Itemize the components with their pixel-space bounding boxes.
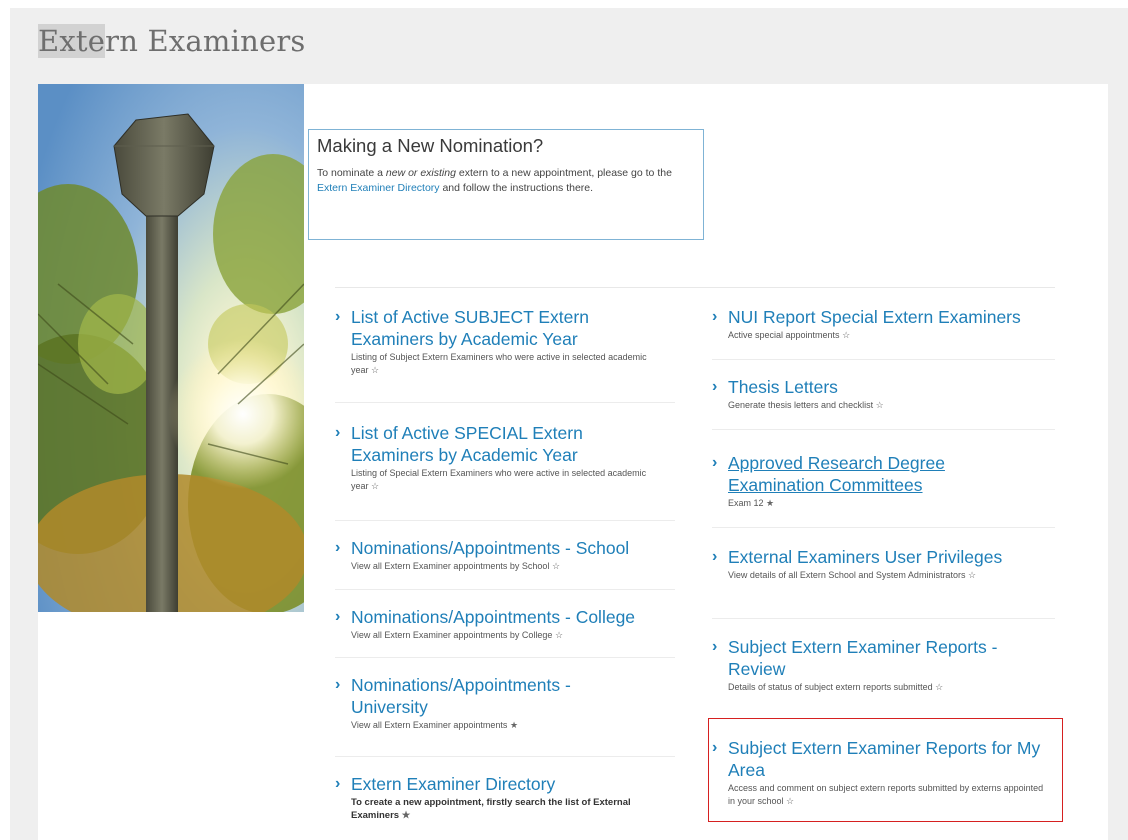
link-description: Listing of Subject Extern Examiners who … — [351, 352, 647, 375]
link-title[interactable]: List of Active SPECIAL Extern Examiners … — [335, 422, 665, 466]
favourite-star-icon[interactable]: ☆ — [371, 481, 379, 491]
divider — [712, 618, 1055, 619]
link-active-subject-externs[interactable]: › List of Active SUBJECT Extern Examiner… — [335, 306, 665, 377]
chevron-right-icon: › — [712, 454, 718, 471]
favourite-star-icon[interactable]: ☆ — [935, 682, 943, 692]
chevron-right-icon: › — [335, 539, 341, 556]
title-highlight: Exte — [38, 24, 106, 58]
link-nominations-university[interactable]: › Nominations/Appointments - University … — [335, 674, 605, 732]
link-extern-directory[interactable]: › Extern Examiner Directory To create a … — [335, 773, 665, 822]
link-description: Details of status of subject extern repo… — [728, 682, 944, 692]
favourite-star-icon[interactable]: ☆ — [968, 570, 976, 580]
title-rest: rn Examiners — [105, 24, 306, 58]
favourite-star-icon[interactable]: ☆ — [552, 561, 560, 571]
divider — [335, 657, 675, 658]
link-description: View all Extern Examiner appointments by… — [351, 630, 564, 640]
divider — [712, 527, 1055, 528]
chevron-right-icon: › — [712, 638, 718, 655]
link-description: Generate thesis letters and checklist ☆ — [728, 400, 884, 410]
link-title[interactable]: Nominations/Appointments - School — [335, 537, 675, 559]
favourite-star-icon[interactable]: ★ — [766, 498, 774, 508]
extern-directory-link[interactable]: Extern Examiner Directory — [317, 182, 440, 194]
nomination-text: To nominate a new or existing extern to … — [317, 167, 672, 194]
link-description: Active special appointments ☆ — [728, 330, 851, 340]
link-title[interactable]: Approved Research Degree Examination Com… — [712, 452, 1012, 496]
favourite-star-icon[interactable]: ☆ — [555, 630, 563, 640]
link-title[interactable]: External Examiners User Privileges — [712, 546, 1057, 568]
divider — [335, 520, 675, 521]
chevron-right-icon: › — [335, 775, 341, 792]
link-user-privileges[interactable]: › External Examiners User Privileges Vie… — [712, 546, 1057, 582]
link-description: Exam 12 ★ — [728, 498, 775, 508]
chevron-right-icon: › — [335, 424, 341, 441]
favourite-star-icon[interactable]: ★ — [402, 810, 411, 821]
link-title[interactable]: NUI Report Special Extern Examiners — [712, 306, 1062, 328]
highlight-box — [708, 718, 1063, 822]
nomination-title: Making a New Nomination? — [317, 135, 544, 156]
link-description: Listing of Special Extern Examiners who … — [351, 468, 647, 491]
favourite-star-icon[interactable]: ☆ — [842, 330, 850, 340]
link-reports-review[interactable]: › Subject Extern Examiner Reports - Revi… — [712, 636, 1022, 694]
chevron-right-icon: › — [335, 608, 341, 625]
divider — [335, 287, 1055, 288]
campus-tower-photo — [38, 84, 304, 612]
link-description: View all Extern Examiner appointments by… — [351, 561, 561, 571]
favourite-star-icon[interactable]: ☆ — [876, 400, 884, 410]
link-title[interactable]: Nominations/Appointments - College — [335, 606, 675, 628]
link-title[interactable]: Thesis Letters — [712, 376, 1062, 398]
chevron-right-icon: › — [712, 378, 718, 395]
chevron-right-icon: › — [335, 308, 341, 325]
chevron-right-icon: › — [335, 676, 341, 693]
divider — [712, 359, 1055, 360]
chevron-right-icon: › — [712, 308, 718, 325]
link-description: View details of all Extern School and Sy… — [728, 570, 977, 580]
link-title[interactable]: Nominations/Appointments - University — [335, 674, 605, 718]
link-nui-report[interactable]: › NUI Report Special Extern Examiners Ac… — [712, 306, 1062, 342]
link-active-special-externs[interactable]: › List of Active SPECIAL Extern Examiner… — [335, 422, 665, 493]
link-description: To create a new appointment, firstly sea… — [351, 797, 631, 821]
link-nominations-school[interactable]: › Nominations/Appointments - School View… — [335, 537, 675, 573]
link-thesis-letters[interactable]: › Thesis Letters Generate thesis letters… — [712, 376, 1062, 412]
link-title[interactable]: List of Active SUBJECT Extern Examiners … — [335, 306, 665, 350]
favourite-star-icon[interactable]: ☆ — [371, 365, 379, 375]
link-nominations-college[interactable]: › Nominations/Appointments - College Vie… — [335, 606, 675, 642]
link-description: View all Extern Examiner appointments ★ — [351, 720, 519, 730]
new-nomination-box: Making a New Nomination? To nominate a n… — [308, 129, 704, 240]
page-title: Extern Examiners — [38, 24, 305, 58]
link-approved-committees[interactable]: › Approved Research Degree Examination C… — [712, 452, 1012, 510]
divider — [335, 589, 675, 590]
link-title[interactable]: Extern Examiner Directory — [335, 773, 665, 795]
favourite-star-icon[interactable]: ★ — [510, 720, 518, 730]
divider — [335, 402, 675, 403]
chevron-right-icon: › — [712, 548, 718, 565]
divider — [335, 756, 675, 757]
divider — [712, 429, 1055, 430]
link-title[interactable]: Subject Extern Examiner Reports - Review — [712, 636, 1022, 680]
